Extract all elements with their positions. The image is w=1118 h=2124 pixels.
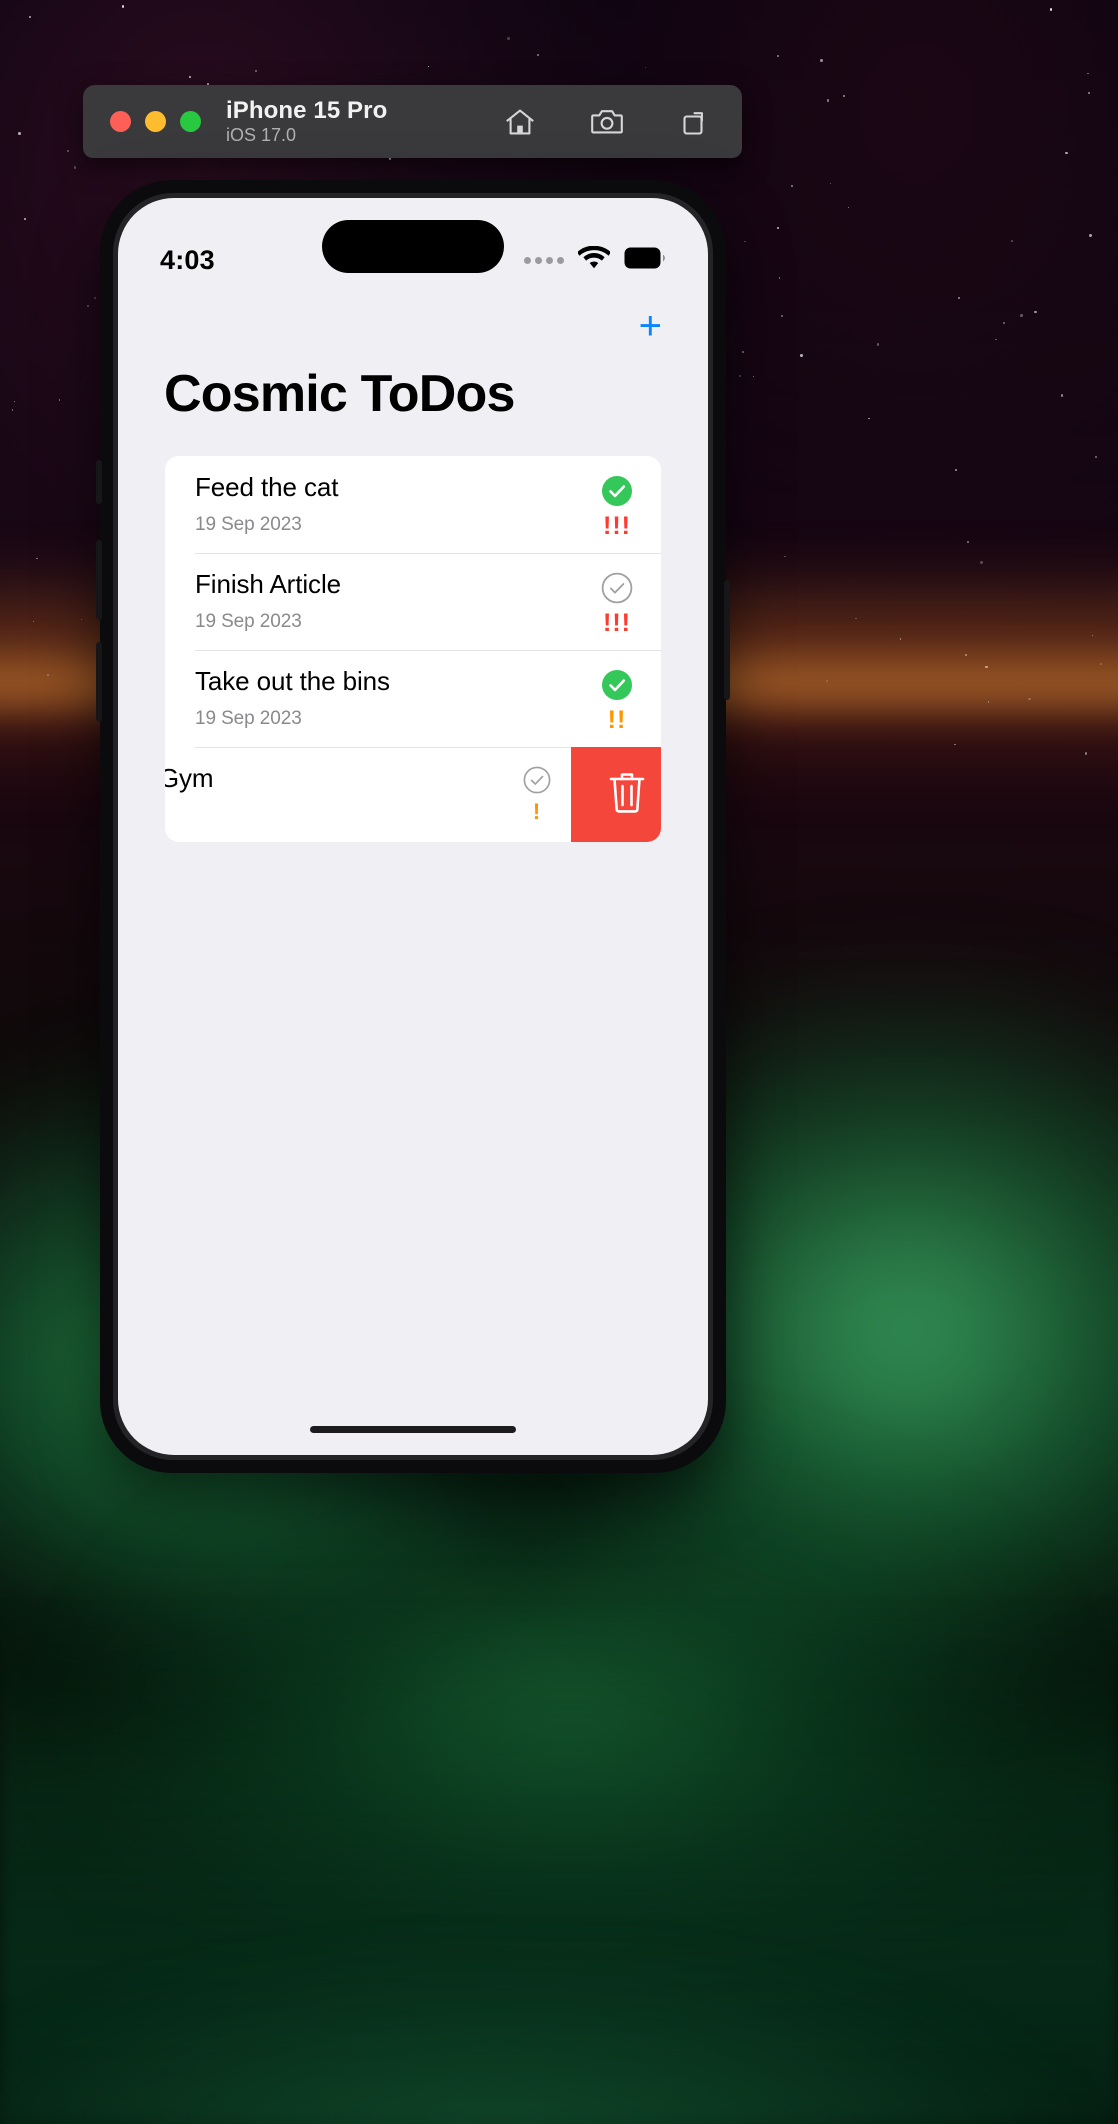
todo-title: Feed the cat xyxy=(195,472,339,502)
row-divider xyxy=(195,553,661,554)
simulator-window-titlebar: iPhone 15 Pro iOS 17.0 xyxy=(83,85,742,158)
iphone-device-frame: 4:03 + Cosmic ToDos Feed the cat 19 Sep … xyxy=(96,180,730,1473)
window-traffic-lights xyxy=(110,111,201,132)
page-title: Cosmic ToDos xyxy=(164,365,515,423)
status-bar-indicators xyxy=(524,245,666,274)
signal-dots-icon xyxy=(524,256,564,264)
todo-date: 19 Sep 2023 xyxy=(195,610,302,632)
todo-text-group: Take out the bins 19 Sep 2023 xyxy=(195,666,595,730)
todo-status-group: ! xyxy=(515,763,559,823)
todo-status-group: !!! xyxy=(595,569,639,636)
screenshot-icon[interactable] xyxy=(587,102,627,142)
todo-text-group: Feed the cat 19 Sep 2023 xyxy=(195,472,595,536)
todo-priority: ! xyxy=(532,799,542,824)
todo-list-item[interactable]: Take out the bins 19 Sep 2023 !! xyxy=(165,650,661,747)
todo-date: 19 Sep 2023 xyxy=(195,513,302,535)
todo-list-item[interactable]: Feed the cat 19 Sep 2023 !!! xyxy=(165,456,661,553)
todo-list-item-swiped[interactable]: he Gym 023 ! xyxy=(165,747,661,842)
todo-date: 023 xyxy=(165,805,515,827)
window-title: iPhone 15 Pro xyxy=(226,96,388,124)
dynamic-island xyxy=(322,220,504,273)
todo-status-group: !!! xyxy=(595,472,639,539)
todo-list-item[interactable]: Finish Article 19 Sep 2023 !!! xyxy=(165,553,661,650)
todo-priority: !! xyxy=(607,706,627,734)
minimize-window-button[interactable] xyxy=(145,111,166,132)
power-button[interactable] xyxy=(724,580,730,700)
window-subtitle: iOS 17.0 xyxy=(226,125,297,146)
status-bar: 4:03 xyxy=(118,220,708,288)
todo-priority: !!! xyxy=(603,512,631,540)
navigation-bar: + xyxy=(118,288,708,350)
volume-up-button[interactable] xyxy=(96,540,102,620)
todo-text-group: Finish Article 19 Sep 2023 xyxy=(195,569,595,633)
todo-status-group: !! xyxy=(595,666,639,733)
maximize-window-button[interactable] xyxy=(180,111,201,132)
todo-date: 19 Sep 2023 xyxy=(195,707,302,729)
todo-list: Feed the cat 19 Sep 2023 !!! Finish Arti… xyxy=(165,456,661,842)
rotate-icon[interactable] xyxy=(674,102,714,142)
home-icon[interactable] xyxy=(500,102,540,142)
todo-text-group: he Gym 023 xyxy=(165,763,515,827)
wallpaper-ground-glow xyxy=(0,1864,1118,2124)
simulator-toolbar xyxy=(500,102,714,142)
checkmark-outline-icon[interactable] xyxy=(601,572,633,604)
todo-title: Take out the bins xyxy=(195,666,390,696)
todo-app: + Cosmic ToDos Feed the cat 19 Sep 2023 xyxy=(118,288,708,1455)
phone-bezel: 4:03 + Cosmic ToDos Feed the cat 19 Sep … xyxy=(113,193,713,1460)
volume-down-button[interactable] xyxy=(96,642,102,722)
row-divider xyxy=(195,650,661,651)
todo-title: he Gym xyxy=(165,763,214,793)
home-indicator xyxy=(310,1426,516,1433)
todo-title: Finish Article xyxy=(195,569,341,599)
checkmark-filled-icon[interactable] xyxy=(601,475,633,507)
checkmark-outline-icon[interactable] xyxy=(523,766,551,794)
status-bar-clock: 4:03 xyxy=(160,244,215,275)
swipe-content: he Gym 023 ! xyxy=(165,763,567,827)
checkmark-filled-icon[interactable] xyxy=(601,669,633,701)
close-window-button[interactable] xyxy=(110,111,131,132)
todo-priority: !!! xyxy=(603,609,631,637)
window-title-group: iPhone 15 Pro iOS 17.0 xyxy=(226,97,387,146)
phone-screen: 4:03 + Cosmic ToDos Feed the cat 19 Sep … xyxy=(118,198,708,1455)
trash-icon xyxy=(607,769,647,820)
battery-icon xyxy=(624,247,666,274)
delete-todo-button[interactable] xyxy=(571,747,661,842)
silent-switch[interactable] xyxy=(96,460,102,504)
wifi-icon xyxy=(576,245,612,274)
add-todo-button[interactable]: + xyxy=(633,302,668,350)
